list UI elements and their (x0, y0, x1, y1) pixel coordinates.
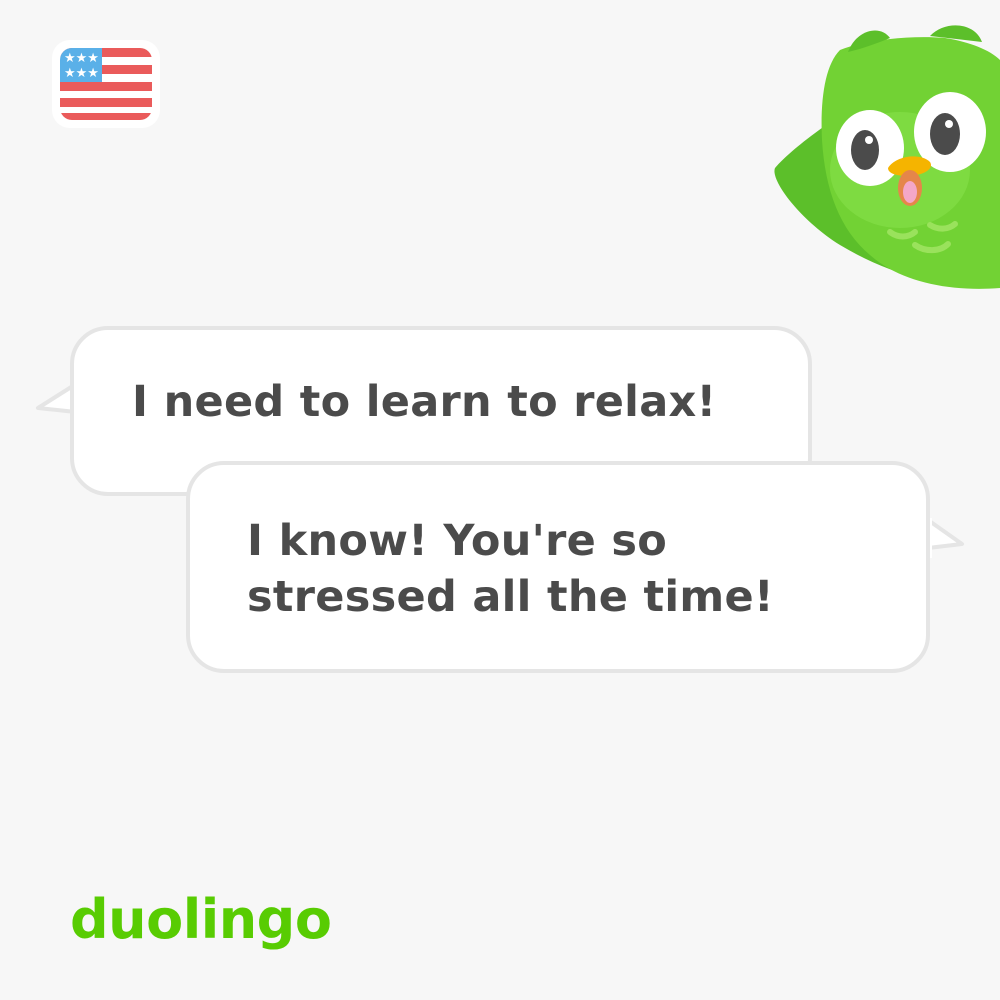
speech-bubble-right: I know! You're so stressed all the time! (186, 461, 930, 673)
canvas: ★★★ ★★★ I need to learn to relax! I know… (0, 0, 1000, 1000)
bubble-tail-right-icon (926, 518, 964, 558)
duo-owl-icon (774, 25, 1000, 289)
language-flag-badge: ★★★ ★★★ (52, 40, 160, 128)
svg-text:★★★: ★★★ (64, 51, 99, 66)
speech-bubble-text: I need to learn to relax! (132, 377, 717, 427)
svg-text:★★★: ★★★ (64, 66, 99, 81)
speech-bubble-text: I know! You're so stressed all the time! (247, 516, 774, 622)
us-flag-icon: ★★★ ★★★ (60, 48, 152, 120)
duolingo-wordmark: duolingo (70, 888, 332, 951)
